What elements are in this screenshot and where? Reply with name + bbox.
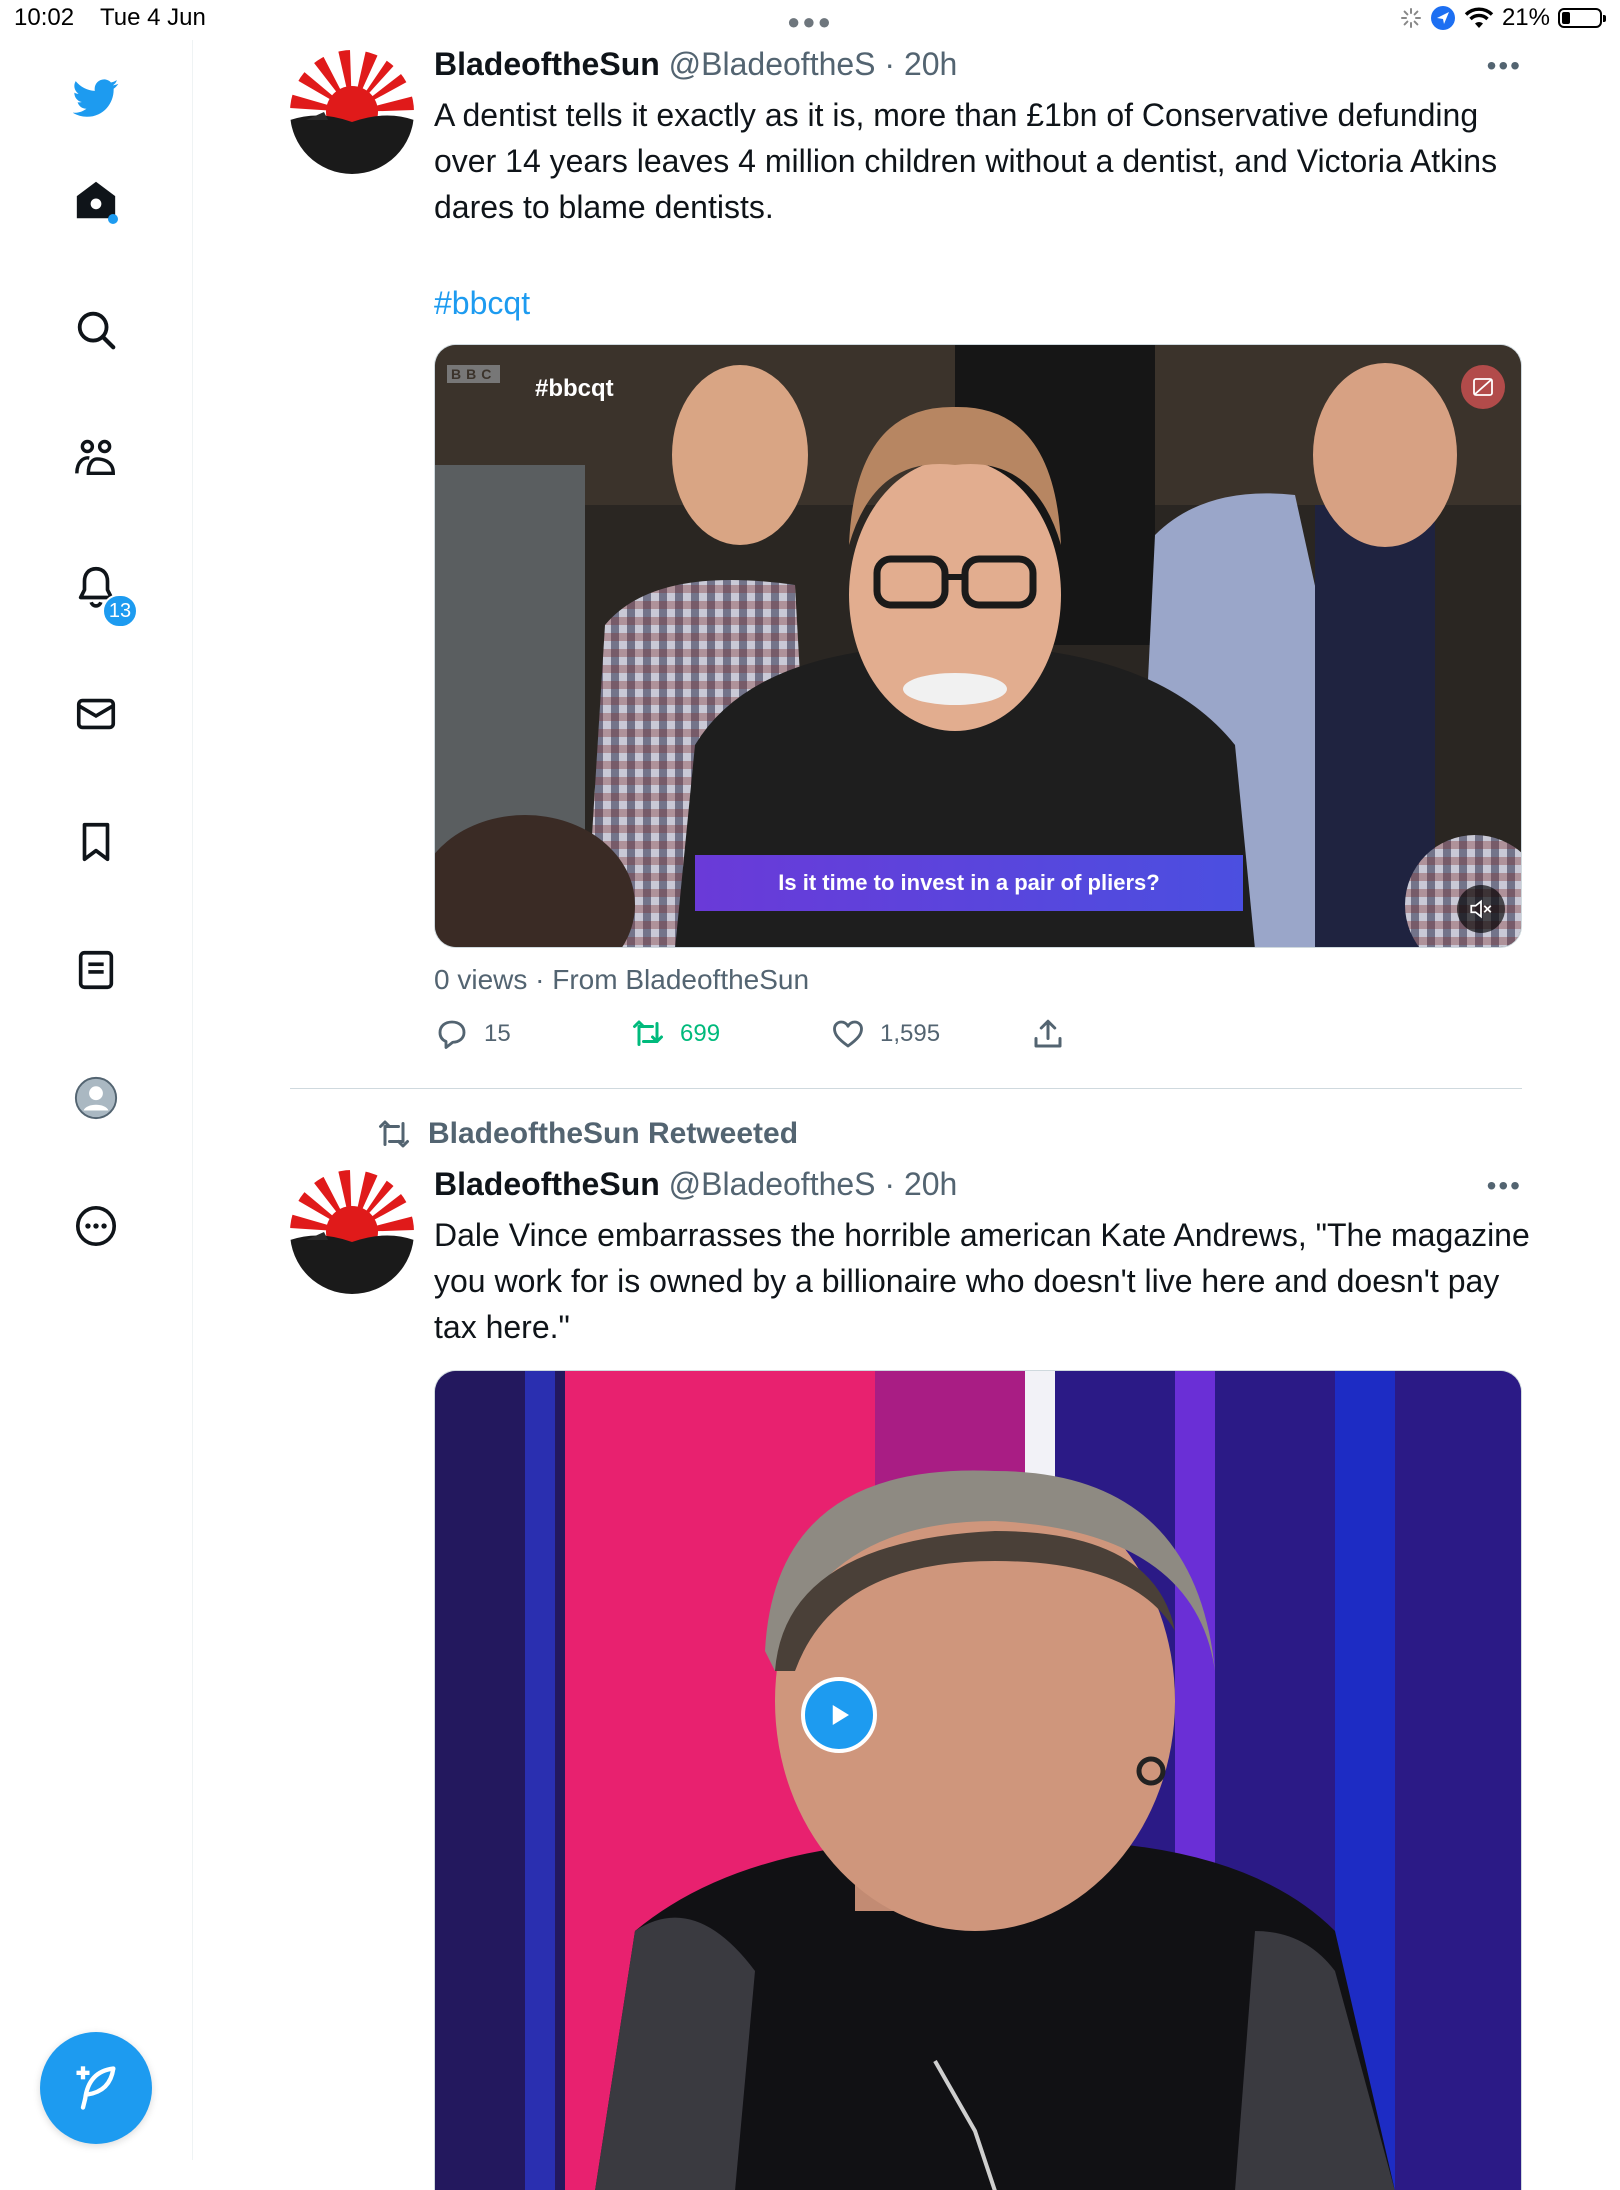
- author-avatar[interactable]: [290, 50, 414, 174]
- lists-icon[interactable]: [66, 940, 126, 1000]
- search-icon[interactable]: [66, 300, 126, 360]
- bookmark-icon[interactable]: [66, 812, 126, 872]
- tweet-video[interactable]: [434, 1370, 1522, 2190]
- profile-avatar-icon[interactable]: [66, 1068, 126, 1128]
- more-circle-icon[interactable]: [66, 1196, 126, 1256]
- multitasking-dots-icon[interactable]: ●●●: [787, 9, 833, 35]
- more-options-icon[interactable]: •••: [1487, 50, 1522, 82]
- mute-icon[interactable]: [1457, 885, 1505, 933]
- status-time: 10:02: [14, 4, 75, 31]
- author-name[interactable]: BladeoftheSun: [434, 1166, 660, 1202]
- status-indicators: 21%: [1400, 4, 1606, 32]
- tweet-hashtag[interactable]: #bbcqt: [434, 280, 1534, 326]
- location-icon: [1430, 6, 1455, 30]
- communities-icon[interactable]: [66, 428, 126, 488]
- share-button[interactable]: [1030, 1016, 1066, 1052]
- retweet-icon: [633, 1020, 663, 1046]
- reply-button[interactable]: 15: [434, 1016, 511, 1052]
- activity-spinner-icon: [1400, 8, 1421, 28]
- battery-icon: [1558, 8, 1606, 28]
- tweet-2[interactable]: BladeoftheSun @BladeoftheS · 20h ••• Dal…: [290, 1166, 1530, 2190]
- envelope-icon[interactable]: [66, 684, 126, 744]
- heart-icon: [833, 1020, 863, 1048]
- video-caption: Is it time to invest in a pair of pliers…: [695, 855, 1243, 911]
- view-count: 0 views · From BladeoftheSun: [434, 964, 810, 995]
- compose-icon: [76, 2066, 116, 2110]
- status-bar: 10:02 Tue 4 Jun ●●● 21%: [0, 0, 1620, 40]
- retweet-count: 699: [680, 1020, 721, 1047]
- tweet-time[interactable]: · 20h: [884, 1166, 957, 1202]
- sidebar-nav: 13: [0, 40, 193, 2160]
- tweet-video[interactable]: BBC #bbcqt Is it time to invest in a pai…: [434, 344, 1522, 948]
- play-button[interactable]: [801, 1677, 877, 1753]
- tweet-text: A dentist tells it exactly as it is, mor…: [434, 97, 1498, 225]
- tweet-header: BladeoftheSun @BladeoftheS · 20h: [434, 46, 957, 83]
- author-handle[interactable]: @BladeoftheS: [669, 1166, 876, 1202]
- like-count: 1,595: [880, 1020, 941, 1047]
- reply-icon: [438, 1020, 466, 1049]
- author-handle[interactable]: @BladeoftheS: [669, 46, 876, 82]
- compose-tweet-button[interactable]: [40, 2032, 152, 2144]
- retweet-icon: [379, 1120, 409, 1148]
- wifi-icon: [1464, 7, 1494, 28]
- video-frame: [435, 1371, 1521, 2190]
- status-date: Tue 4 Jun: [100, 4, 206, 31]
- retweeted-by-text: BladeoftheSun Retweeted: [428, 1117, 799, 1150]
- battery-percent: 21%: [1501, 4, 1550, 31]
- author-avatar[interactable]: [290, 1170, 414, 1294]
- more-options-icon[interactable]: •••: [1487, 1170, 1522, 1202]
- tweet-time[interactable]: · 20h: [884, 46, 957, 82]
- reply-count: 15: [484, 1020, 511, 1047]
- tweet-1[interactable]: BladeoftheSun @BladeoftheS · 20h ••• A d…: [290, 46, 1522, 1090]
- home-unread-dot: [108, 214, 118, 224]
- retweet-button[interactable]: 699: [630, 1016, 720, 1052]
- share-icon: [1034, 1019, 1062, 1048]
- bbc-logo-text: BBC: [447, 365, 501, 383]
- content-warning-icon[interactable]: [1461, 365, 1505, 409]
- like-button[interactable]: 1,595: [830, 1016, 940, 1052]
- tweet-actions: 15 699 1,595: [434, 1016, 1134, 1056]
- notification-badge: 13: [102, 594, 138, 628]
- tweet-divider: [290, 1088, 1522, 1089]
- author-name[interactable]: BladeoftheSun: [434, 46, 660, 82]
- bbc-logo: BBC: [447, 365, 501, 383]
- play-icon: [832, 1705, 849, 1725]
- twitter-bird-icon[interactable]: [66, 68, 126, 128]
- video-hashtag: #bbcqt: [535, 375, 614, 402]
- tweet-text: Dale Vince embarrasses the horrible amer…: [434, 1217, 1530, 1345]
- tweet-header: BladeoftheSun @BladeoftheS · 20h: [434, 1166, 957, 1203]
- retweeted-by-label[interactable]: BladeoftheSun Retweeted: [376, 1116, 798, 1152]
